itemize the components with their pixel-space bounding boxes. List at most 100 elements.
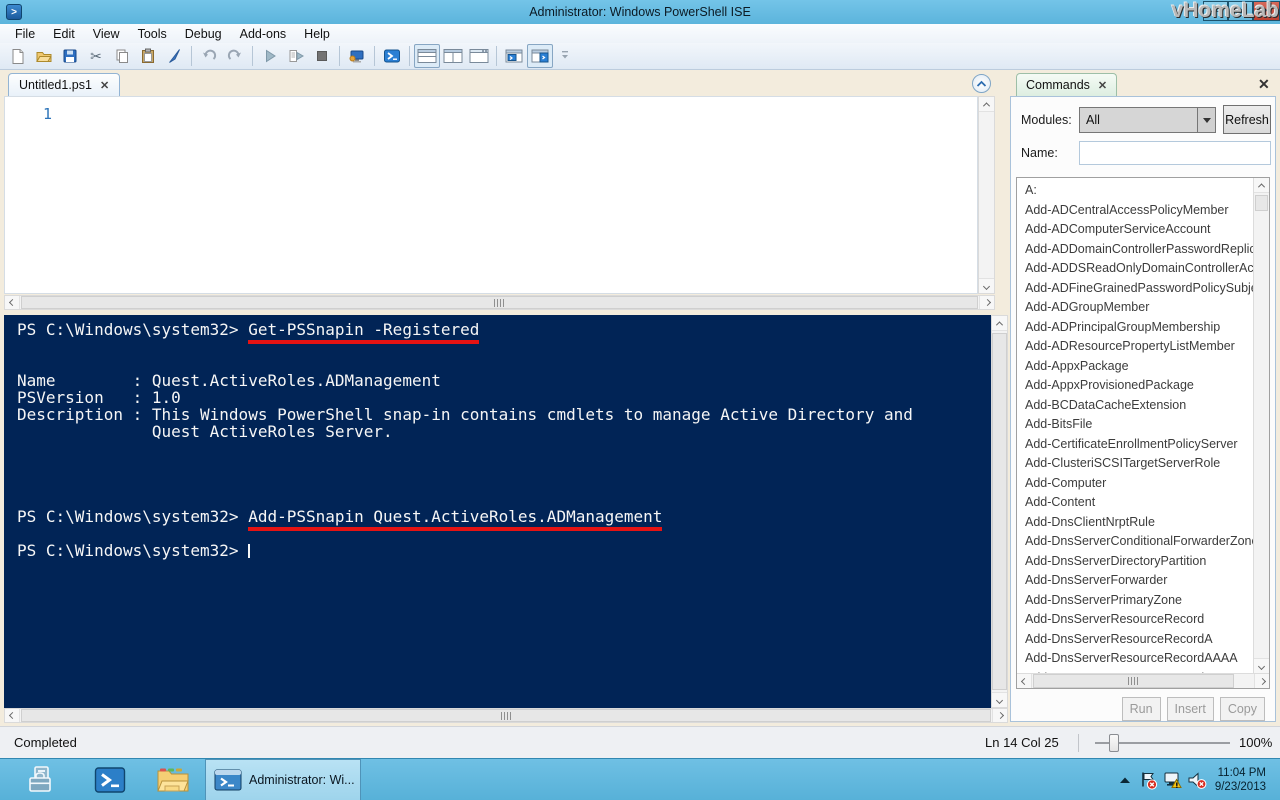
paste-icon[interactable]	[135, 44, 161, 68]
show-hidden-icons-icon[interactable]	[1113, 768, 1137, 792]
command-list-item[interactable]: Add-ADGroupMember	[1025, 298, 1253, 318]
scroll-down-icon[interactable]	[992, 692, 1007, 707]
run-selection-icon[interactable]	[283, 44, 309, 68]
scroll-right-icon[interactable]	[1254, 674, 1269, 688]
command-list-item[interactable]: Add-ADDSReadOnlyDomainControllerAccount	[1025, 259, 1253, 279]
command-list-item[interactable]: Add-AppxPackage	[1025, 357, 1253, 377]
scroll-right-icon[interactable]	[992, 709, 1007, 722]
scroll-thumb[interactable]	[992, 333, 1007, 690]
panel-button[interactable]: Insert	[1167, 697, 1214, 721]
clear-console-pane-icon[interactable]	[161, 44, 187, 68]
scroll-right-icon[interactable]	[979, 296, 994, 309]
editor-vertical-scrollbar[interactable]	[978, 96, 995, 294]
command-list-item[interactable]: Add-CertificateEnrollmentPolicyServer	[1025, 435, 1253, 455]
commands-tab-close-icon[interactable]: ✕	[1098, 79, 1107, 92]
taskbar-clock[interactable]: 11:04 PM 9/23/2013	[1215, 766, 1266, 794]
command-list-item[interactable]: Add-BitsFile	[1025, 415, 1253, 435]
command-list-item[interactable]: Add-ADPrincipalGroupMembership	[1025, 318, 1253, 338]
new-powershell-tab-icon[interactable]	[501, 44, 527, 68]
menu-item[interactable]: File	[6, 26, 44, 42]
scroll-thumb[interactable]	[1033, 674, 1234, 688]
file-explorer-icon[interactable]	[156, 764, 190, 796]
editor-horizontal-scrollbar[interactable]	[4, 295, 995, 310]
command-list-item[interactable]: Add-ADCentralAccessPolicyMember	[1025, 201, 1253, 221]
modules-dropdown[interactable]: All	[1079, 107, 1216, 133]
commands-horizontal-scrollbar[interactable]	[1017, 673, 1269, 688]
collapse-script-pane-button[interactable]	[972, 74, 991, 93]
scroll-up-icon[interactable]	[979, 97, 994, 112]
tab-untitled1[interactable]: Untitled1.ps1 ✕	[8, 73, 120, 96]
command-list-item[interactable]: Add-Content	[1025, 493, 1253, 513]
copy-icon[interactable]	[109, 44, 135, 68]
command-list-item[interactable]: Add-DnsServerResourceRecord	[1025, 610, 1253, 630]
menu-item[interactable]: Edit	[44, 26, 84, 42]
new-script-icon[interactable]	[5, 44, 31, 68]
command-list-item[interactable]: Add-AppxProvisionedPackage	[1025, 376, 1253, 396]
command-list-item[interactable]: Add-DnsServerPrimaryZone	[1025, 591, 1253, 611]
menu-item[interactable]: Tools	[129, 26, 176, 42]
start-powershell-icon[interactable]	[379, 44, 405, 68]
scroll-down-icon[interactable]	[979, 278, 994, 293]
save-icon[interactable]	[57, 44, 83, 68]
scroll-up-icon[interactable]	[992, 316, 1007, 331]
command-list-item[interactable]: Add-DnsClientNrptRule	[1025, 513, 1253, 533]
stop-operation-icon[interactable]	[309, 44, 335, 68]
command-list-item[interactable]: Add-DnsServerDirectoryPartition	[1025, 552, 1253, 572]
command-list-item[interactable]: Add-ADComputerServiceAccount	[1025, 220, 1253, 240]
run-script-icon[interactable]	[257, 44, 283, 68]
scroll-left-icon[interactable]	[5, 296, 20, 309]
panel-button[interactable]: Copy	[1220, 697, 1265, 721]
toolbar-overflow-icon[interactable]	[553, 44, 579, 68]
undo-icon[interactable]	[196, 44, 222, 68]
action-center-flag-icon[interactable]	[1137, 768, 1161, 792]
commands-vertical-scrollbar[interactable]	[1253, 178, 1269, 673]
scroll-left-icon[interactable]	[1017, 674, 1032, 688]
command-list-item[interactable]: Add-DnsServerConditionalForwarderZone	[1025, 532, 1253, 552]
panel-close-icon[interactable]: ✕	[1258, 76, 1270, 93]
show-script-pane-right-icon[interactable]	[440, 44, 466, 68]
menu-item[interactable]: Help	[295, 26, 339, 42]
show-script-pane-top-icon[interactable]	[414, 44, 440, 68]
taskbar-active-window[interactable]: Administrator: Wi...	[205, 759, 361, 800]
menu-item[interactable]: Add-ons	[231, 26, 296, 42]
show-script-pane-maximized-icon[interactable]	[466, 44, 492, 68]
tab-commands[interactable]: Commands ✕	[1016, 73, 1117, 96]
console-vertical-scrollbar[interactable]	[991, 315, 1008, 708]
command-list-item[interactable]: Add-ADDomainControllerPasswordReplicatio…	[1025, 240, 1253, 260]
command-list-item[interactable]: Add-DnsServerForwarder	[1025, 571, 1253, 591]
panel-button[interactable]: Run	[1122, 697, 1161, 721]
refresh-button[interactable]: Refresh	[1223, 105, 1271, 134]
name-filter-input[interactable]	[1079, 141, 1271, 165]
scroll-thumb[interactable]	[1255, 195, 1268, 211]
command-list-item[interactable]: Add-ADResourcePropertyListMember	[1025, 337, 1253, 357]
dropdown-arrow-icon[interactable]	[1197, 108, 1215, 132]
open-script-icon[interactable]	[31, 44, 57, 68]
command-list-item[interactable]: Add-ADFineGrainedPasswordPolicySubject	[1025, 279, 1253, 299]
cut-icon[interactable]: ✂	[83, 44, 109, 68]
redo-icon[interactable]	[222, 44, 248, 68]
command-list-item[interactable]: Add-BCDataCacheExtension	[1025, 396, 1253, 416]
console-horizontal-scrollbar[interactable]	[4, 708, 1008, 723]
command-list-item[interactable]: A:	[1025, 181, 1253, 201]
menu-item[interactable]: Debug	[176, 26, 231, 42]
command-list-item[interactable]: Add-ClusteriSCSITargetServerRole	[1025, 454, 1253, 474]
server-manager-icon[interactable]	[26, 764, 60, 796]
scroll-left-icon[interactable]	[5, 709, 20, 722]
volume-muted-icon[interactable]	[1185, 768, 1209, 792]
tab-close-icon[interactable]: ✕	[100, 79, 109, 92]
scroll-down-icon[interactable]	[1254, 658, 1269, 673]
command-list-item[interactable]: Add-Computer	[1025, 474, 1253, 494]
scroll-thumb[interactable]	[21, 709, 991, 722]
show-command-window-icon[interactable]	[527, 44, 553, 68]
menu-item[interactable]: View	[84, 26, 129, 42]
zoom-slider[interactable]	[1095, 742, 1230, 744]
powershell-taskbar-icon[interactable]	[93, 764, 127, 796]
zoom-slider-thumb[interactable]	[1109, 734, 1119, 752]
script-editor-pane[interactable]: 1	[4, 96, 978, 294]
command-list-item[interactable]: Add-DnsServerResourceRecordA	[1025, 630, 1253, 650]
scroll-thumb[interactable]	[21, 296, 978, 309]
console-pane[interactable]: PS C:\Windows\system32> Get-PSSnapin -Re…	[4, 315, 991, 708]
scroll-up-icon[interactable]	[1254, 178, 1269, 193]
command-list-item[interactable]: Add-DnsServerResourceRecordAAAA	[1025, 649, 1253, 669]
new-remote-powershell-tab-icon[interactable]	[344, 44, 370, 68]
